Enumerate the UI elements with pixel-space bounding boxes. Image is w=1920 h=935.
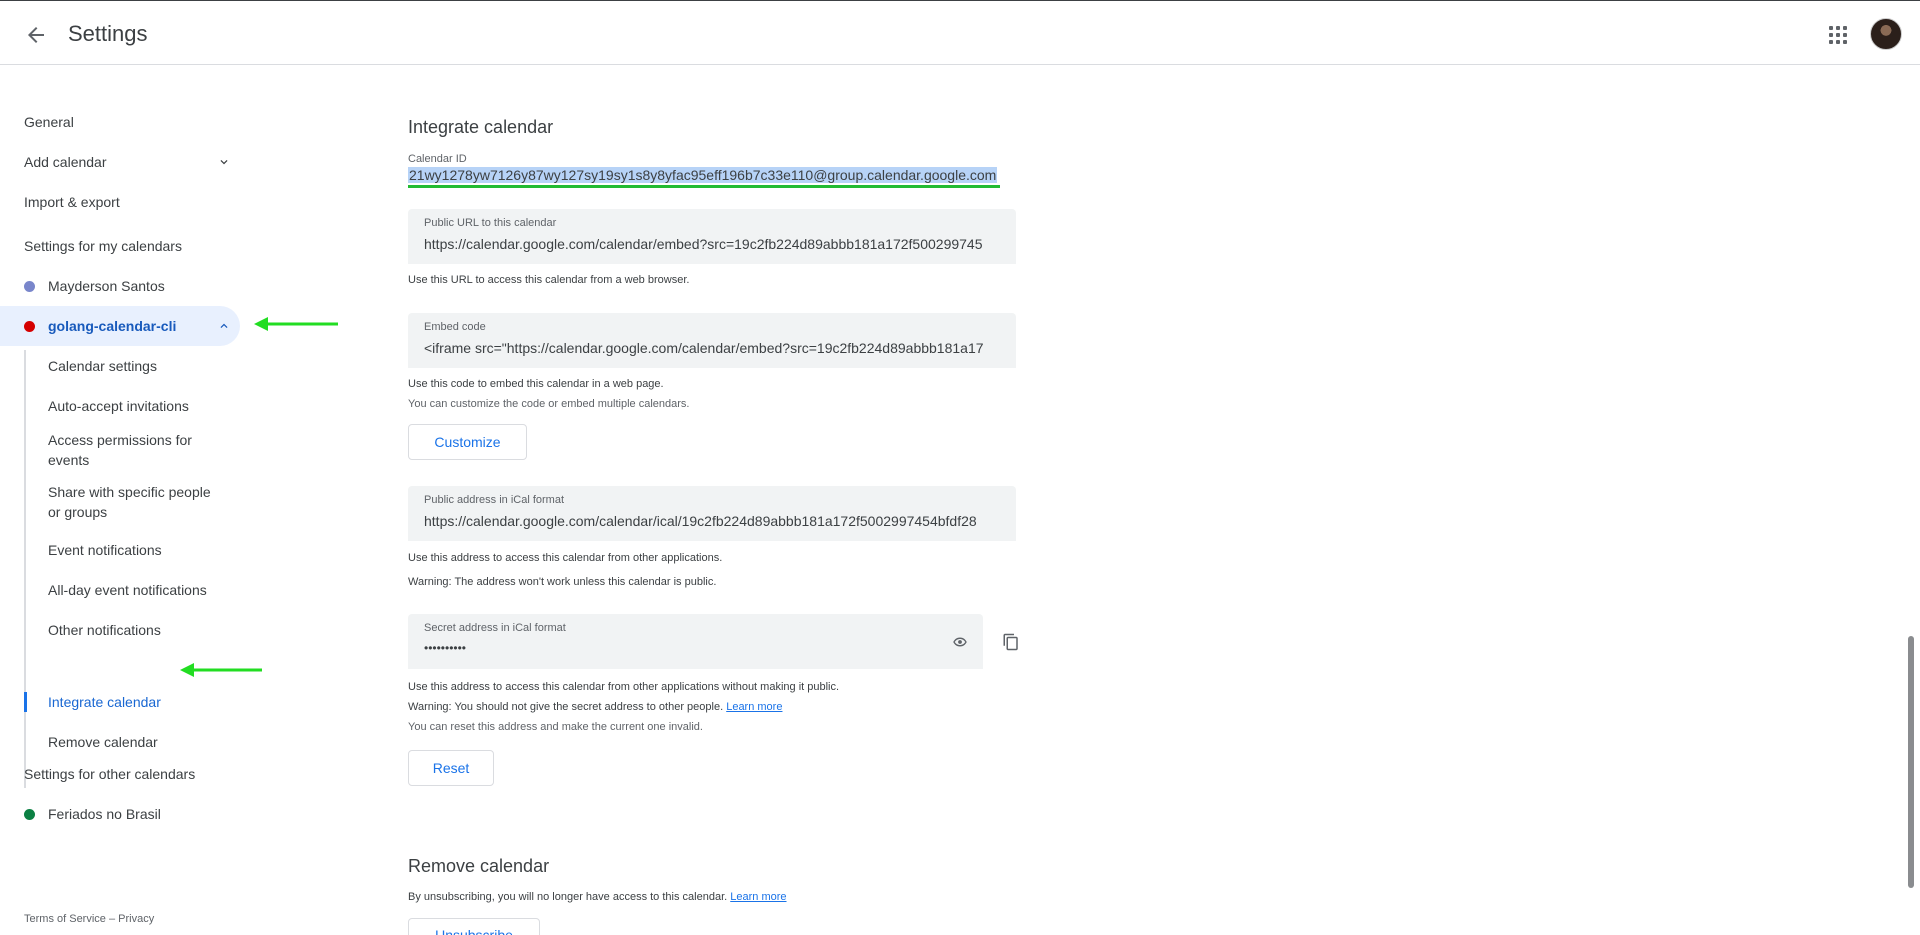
sidebar-item-general[interactable]: General — [0, 102, 240, 142]
annotation-arrow-icon — [254, 317, 338, 331]
embed-code-field[interactable]: Embed code <iframe src="https://calendar… — [408, 313, 1016, 368]
public-ical-value[interactable]: https://calendar.google.com/calendar/ica… — [424, 513, 1002, 529]
back-button[interactable] — [16, 15, 56, 55]
embed-code-label: Embed code — [424, 321, 486, 333]
scrollbar-thumb[interactable] — [1908, 636, 1914, 888]
embed-code-help: Use this code to embed this calendar in … — [408, 378, 664, 390]
public-url-label: Public URL to this calendar — [424, 217, 557, 229]
sidebar-item-label: All-day event notifications — [48, 582, 207, 598]
account-avatar[interactable] — [1870, 18, 1902, 50]
public-ical-help: Use this address to access this calendar… — [408, 552, 723, 564]
embed-code-value[interactable]: <iframe src="https://calendar.google.com… — [424, 340, 1002, 356]
public-ical-label: Public address in iCal format — [424, 494, 565, 506]
sidebar-item-integrate-calendar[interactable]: Integrate calendar — [0, 682, 240, 722]
remove-calendar-help-text: By unsubscribing, you will no longer hav… — [408, 891, 728, 903]
top-app-bar: Settings — [0, 0, 1920, 65]
embed-code-help-secondary: You can customize the code or embed mult… — [408, 398, 690, 410]
calendar-id-value[interactable]: 21wy1278yw7126y87wy127sy19sy1s8y8yfac95e… — [408, 167, 998, 183]
annotation-arrow-icon — [180, 663, 262, 677]
secret-ical-warning-text: Warning: You should not give the secret … — [408, 701, 724, 713]
show-secret-button[interactable] — [944, 626, 976, 658]
sidebar-item-label: Calendar settings — [48, 358, 157, 374]
public-ical-warning: Warning: The address won't work unless t… — [408, 576, 717, 588]
sidebar-item-label: Feriados no Brasil — [48, 806, 161, 822]
secret-ical-help: Use this address to access this calendar… — [408, 681, 840, 693]
remove-calendar-help: By unsubscribing, you will no longer hav… — [408, 891, 787, 903]
arrow-back-icon — [28, 27, 44, 43]
secret-ical-reset-help: You can reset this address and make the … — [408, 721, 703, 733]
page-title: Settings — [68, 21, 148, 46]
sidebar-item-feriados-no-brasil[interactable]: Feriados no Brasil — [0, 794, 240, 834]
secret-ical-label: Secret address in iCal format — [424, 622, 566, 634]
sidebar-item-label: Add calendar — [24, 154, 107, 170]
google-apps-button[interactable] — [1818, 15, 1858, 55]
sidebar-item-label: golang-calendar-cli — [48, 318, 177, 334]
public-url-field[interactable]: Public URL to this calendar https://cale… — [408, 209, 1016, 264]
sidebar-item-calendar-settings[interactable]: Calendar settings — [0, 346, 240, 386]
sidebar-item-label: General — [24, 114, 74, 130]
sidebar-item-share-with-people[interactable]: Share with specific people or groups — [0, 478, 250, 526]
sidebar-item-all-day-notifications[interactable]: All-day event notifications — [0, 570, 240, 610]
sidebar-item-label: Remove calendar — [48, 734, 158, 750]
learn-more-link[interactable]: Learn more — [730, 891, 786, 903]
calendar-id-label: Calendar ID — [408, 153, 467, 165]
reset-button[interactable]: Reset — [408, 750, 494, 786]
secret-ical-field[interactable]: Secret address in iCal format •••••••••• — [408, 614, 983, 669]
settings-main-content: Integrate calendar Calendar ID 21wy1278y… — [408, 66, 1888, 935]
settings-sidebar: General Add calendar Import & export Set… — [0, 66, 340, 935]
unsubscribe-button[interactable]: Unsubscribe — [408, 918, 540, 935]
sidebar-item-golang-calendar-cli[interactable]: golang-calendar-cli — [0, 306, 240, 346]
footer-separator: – — [105, 913, 119, 925]
sidebar-item-auto-accept[interactable]: Auto-accept invitations — [0, 386, 240, 426]
calendar-color-dot — [24, 809, 35, 820]
terms-of-service-link[interactable]: Terms of Service — [24, 913, 106, 925]
sidebar-item-import-export[interactable]: Import & export — [0, 182, 240, 222]
chevron-down-icon — [212, 150, 236, 174]
chevron-up-icon — [212, 314, 236, 338]
footer-links: Terms of Service – Privacy — [24, 913, 154, 925]
sidebar-item-label: Access permissions for events — [48, 432, 192, 468]
calendar-color-dot — [24, 321, 35, 332]
public-url-help: Use this URL to access this calendar fro… — [408, 274, 690, 286]
sidebar-item-event-notifications[interactable]: Event notifications — [0, 530, 240, 570]
integrate-calendar-heading: Integrate calendar — [408, 117, 554, 137]
learn-more-link[interactable]: Learn more — [726, 701, 782, 713]
remove-calendar-heading: Remove calendar — [408, 856, 550, 876]
public-ical-field[interactable]: Public address in iCal format https://ca… — [408, 486, 1016, 541]
customize-button[interactable]: Customize — [408, 424, 527, 460]
sidebar-item-label: Import & export — [24, 194, 120, 210]
sidebar-item-label: Event notifications — [48, 542, 162, 558]
sidebar-item-other-notifications[interactable]: Other notifications — [0, 610, 240, 650]
copy-secret-button[interactable] — [995, 626, 1027, 658]
copy-icon — [1003, 633, 1018, 651]
sidebar-item-label: Share with specific people or groups — [48, 484, 211, 520]
sidebar-item-label: Auto-accept invitations — [48, 398, 189, 414]
annotation-underline — [408, 185, 1000, 188]
sidebar-item-remove-calendar[interactable]: Remove calendar — [0, 722, 240, 762]
sidebar-item-access-permissions[interactable]: Access permissions for events — [0, 426, 250, 474]
apps-grid-icon — [1829, 26, 1847, 44]
secret-ical-value: •••••••••• — [424, 641, 467, 655]
sidebar-item-label: Other notifications — [48, 622, 161, 638]
sidebar-item-add-calendar[interactable]: Add calendar — [0, 142, 240, 182]
privacy-link[interactable]: Privacy — [118, 913, 154, 925]
secret-ical-warning: Warning: You should not give the secret … — [408, 701, 782, 713]
public-url-value[interactable]: https://calendar.google.com/calendar/emb… — [424, 236, 1002, 252]
other-calendars-section-title: Settings for other calendars — [24, 766, 196, 782]
calendar-color-dot — [24, 281, 35, 292]
sidebar-item-label: Mayderson Santos — [48, 278, 165, 294]
my-calendars-section-title: Settings for my calendars — [24, 238, 182, 254]
eye-icon — [953, 637, 967, 647]
sidebar-item-label: Integrate calendar — [48, 694, 161, 710]
sidebar-item-mayderson-santos[interactable]: Mayderson Santos — [0, 266, 240, 306]
